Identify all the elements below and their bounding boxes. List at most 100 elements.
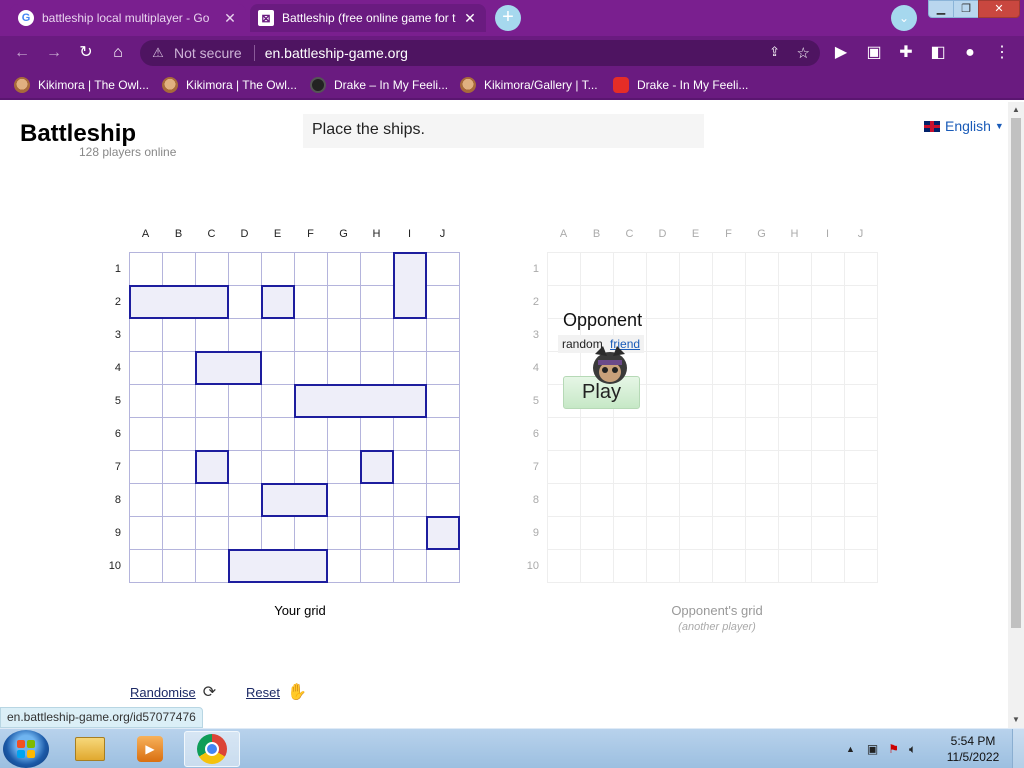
grid-cell[interactable] xyxy=(328,484,361,517)
grid-cell[interactable] xyxy=(845,286,878,319)
grid-cell[interactable] xyxy=(746,385,779,418)
grid-cell[interactable] xyxy=(295,319,328,352)
grid-cell[interactable] xyxy=(163,418,196,451)
grid-cell[interactable] xyxy=(328,517,361,550)
grid-cell[interactable] xyxy=(614,253,647,286)
grid-cell[interactable] xyxy=(581,484,614,517)
grid-cell[interactable] xyxy=(746,517,779,550)
grid-cell[interactable] xyxy=(614,418,647,451)
grid-cell[interactable] xyxy=(713,484,746,517)
grid-cell[interactable] xyxy=(845,484,878,517)
home-icon[interactable]: ⌂ xyxy=(107,42,129,64)
grid-cell[interactable] xyxy=(427,352,460,385)
grid-cell[interactable] xyxy=(581,253,614,286)
grid-cell[interactable] xyxy=(427,550,460,583)
ship[interactable] xyxy=(426,516,460,550)
grid-cell[interactable] xyxy=(229,385,262,418)
grid-cell[interactable] xyxy=(845,352,878,385)
taskbar-explorer[interactable] xyxy=(62,731,118,767)
grid-cell[interactable] xyxy=(361,550,394,583)
grid-cell[interactable] xyxy=(361,352,394,385)
grid-cell[interactable] xyxy=(812,451,845,484)
show-hidden-icons-icon[interactable]: ▲ xyxy=(846,744,855,754)
grid-cell[interactable] xyxy=(427,319,460,352)
grid-cell[interactable] xyxy=(647,418,680,451)
address-bar[interactable]: ⚠ Not secure en.battleship-game.org ⇪ ☆ xyxy=(140,40,820,66)
grid-cell[interactable] xyxy=(130,352,163,385)
randomise-link[interactable]: Randomise ⟳ xyxy=(130,682,216,702)
grid-cell[interactable] xyxy=(845,418,878,451)
grid-cell[interactable] xyxy=(647,484,680,517)
grid-cell[interactable] xyxy=(647,517,680,550)
grid-cell[interactable] xyxy=(548,451,581,484)
grid-cell[interactable] xyxy=(394,451,427,484)
grid-cell[interactable] xyxy=(328,451,361,484)
grid-cell[interactable] xyxy=(328,352,361,385)
grid-cell[interactable] xyxy=(394,352,427,385)
ship[interactable] xyxy=(195,450,229,484)
grid-cell[interactable] xyxy=(229,319,262,352)
grid-cell[interactable] xyxy=(713,385,746,418)
grid-cell[interactable] xyxy=(394,418,427,451)
grid-cell[interactable] xyxy=(295,253,328,286)
grid-cell[interactable] xyxy=(196,484,229,517)
profile-extension-icon[interactable]: ▣ xyxy=(863,42,885,64)
grid-cell[interactable] xyxy=(295,418,328,451)
site-title[interactable]: Battleship xyxy=(20,120,136,148)
page-scrollbar[interactable]: ▲ ▼ xyxy=(1008,102,1024,728)
grid-cell[interactable] xyxy=(328,253,361,286)
grid-cell[interactable] xyxy=(295,352,328,385)
action-center-icon[interactable]: ⚑ xyxy=(888,742,899,756)
grid-cell[interactable] xyxy=(295,286,328,319)
grid-cell[interactable] xyxy=(812,253,845,286)
grid-cell[interactable] xyxy=(548,484,581,517)
window-close-button[interactable]: ✕ xyxy=(978,0,1020,18)
grid-cell[interactable] xyxy=(229,451,262,484)
grid-cell[interactable] xyxy=(229,253,262,286)
grid-cell[interactable] xyxy=(680,517,713,550)
grid-cell[interactable] xyxy=(548,517,581,550)
grid-cell[interactable] xyxy=(163,385,196,418)
grid-cell[interactable] xyxy=(647,385,680,418)
grid-cell[interactable] xyxy=(163,451,196,484)
grid-cell[interactable] xyxy=(229,286,262,319)
grid-cell[interactable] xyxy=(812,484,845,517)
account-avatar-icon[interactable]: ● xyxy=(959,42,981,64)
grid-cell[interactable] xyxy=(647,550,680,583)
grid-cell[interactable] xyxy=(779,484,812,517)
grid-cell[interactable] xyxy=(427,484,460,517)
grid-cell[interactable] xyxy=(163,517,196,550)
grid-cell[interactable] xyxy=(614,517,647,550)
grid-cell[interactable] xyxy=(262,517,295,550)
show-desktop-button[interactable] xyxy=(1012,729,1024,768)
maximize-button[interactable]: ❐ xyxy=(953,0,979,18)
grid-cell[interactable] xyxy=(394,517,427,550)
grid-cell[interactable] xyxy=(163,550,196,583)
ship[interactable] xyxy=(195,351,262,385)
ship[interactable] xyxy=(261,285,295,319)
grid-cell[interactable] xyxy=(812,418,845,451)
grid-cell[interactable] xyxy=(713,286,746,319)
grid-cell[interactable] xyxy=(196,550,229,583)
grid-cell[interactable] xyxy=(229,418,262,451)
grid-cell[interactable] xyxy=(779,253,812,286)
taskbar-clock[interactable]: 5:54 PM 11/5/2022 xyxy=(940,733,1006,765)
grid-cell[interactable] xyxy=(746,418,779,451)
taskbar-chrome[interactable] xyxy=(184,731,240,767)
grid-cell[interactable] xyxy=(746,451,779,484)
grid-cell[interactable] xyxy=(812,352,845,385)
menu-kebab-icon[interactable]: ⋮ xyxy=(991,42,1013,64)
grid-cell[interactable] xyxy=(130,517,163,550)
grid-cell[interactable] xyxy=(845,385,878,418)
grid-cell[interactable] xyxy=(647,451,680,484)
grid-cell[interactable] xyxy=(328,418,361,451)
grid-cell[interactable] xyxy=(548,253,581,286)
grid-cell[interactable] xyxy=(647,253,680,286)
grid-cell[interactable] xyxy=(581,550,614,583)
grid-cell[interactable] xyxy=(548,550,581,583)
reset-link[interactable]: Reset ✋ xyxy=(246,682,307,702)
grid-cell[interactable] xyxy=(812,517,845,550)
grid-cell[interactable] xyxy=(163,484,196,517)
grid-cell[interactable] xyxy=(581,451,614,484)
grid-cell[interactable] xyxy=(812,385,845,418)
